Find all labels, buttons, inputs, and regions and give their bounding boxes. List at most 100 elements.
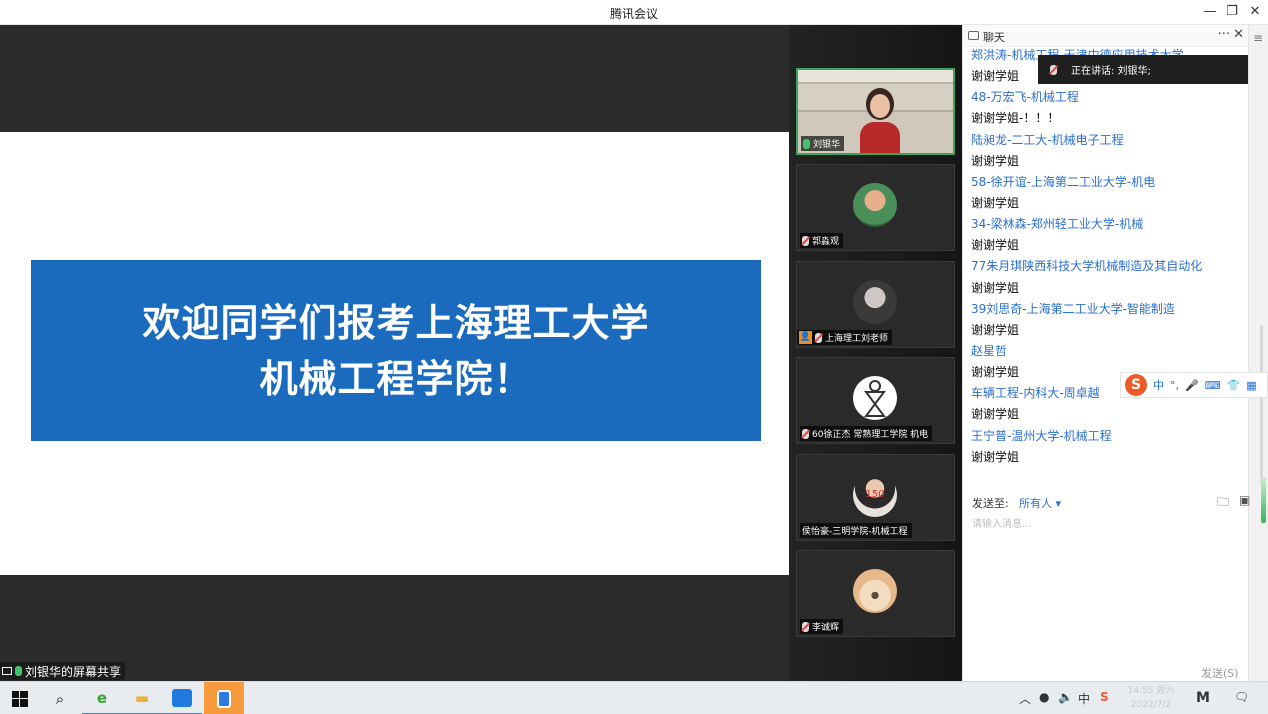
slide-title-line2: 机械工程学院！ (259, 356, 533, 401)
ime-toolbar[interactable]: S 中 °, 🎤 ⌨ 👕 ▦ (1120, 372, 1268, 398)
app-window: 腾讯会议 — ❐ ✕ 欢迎同学们报考上海理工大学 机械工程学院！ 刘银华的屏幕共… (0, 0, 1268, 714)
ime-apps-icon[interactable]: ▦ (1246, 379, 1256, 392)
chat-panel: 聊天 ··· ✕ ≡ 郑洪涛-机械工程-天津中德应用技术大学谢谢学姐48-万宏飞… (962, 25, 1268, 681)
mic-muted-icon (802, 621, 809, 632)
send-to-label: 发送至: (972, 497, 1009, 510)
chat-scrollbar[interactable] (1260, 325, 1263, 485)
input-language-indicator[interactable]: 中 (1078, 690, 1090, 707)
file-explorer-icon[interactable]: ▬ (122, 682, 162, 714)
ime-keyboard-icon[interactable]: ⌨ (1205, 379, 1221, 392)
person-video (860, 88, 900, 153)
side-toolbar: ≡ (1248, 25, 1268, 681)
browser-icon[interactable]: e (82, 682, 122, 714)
participant-name-tag: 侯怡豪-三明学院-机械工程 (800, 523, 912, 538)
clock-time: 14:55 周六 (1127, 686, 1175, 696)
participant-name-tag: 👤 上海理工刘老师 (797, 330, 893, 345)
participant-avatar (853, 280, 897, 324)
participant-avatar: 150 (853, 473, 897, 517)
chat-message-text: 谢谢学姐 (971, 407, 1020, 422)
active-app-icon[interactable] (204, 682, 244, 714)
hourglass-logo-icon (864, 380, 886, 417)
ime-skin-icon[interactable]: 👕 (1227, 379, 1241, 392)
screenshot-icon[interactable]: ▣ (1239, 493, 1250, 514)
mic-icon (15, 666, 22, 676)
ime-voice-icon[interactable]: 🎤 (1185, 379, 1199, 392)
sogou-logo-icon[interactable]: S (1125, 374, 1147, 396)
chat-sender-name[interactable]: 77朱月琪陕西科技大学机械制造及其自动化 (971, 256, 1249, 277)
shared-screen[interactable]: 欢迎同学们报考上海理工大学 机械工程学院！ 刘银华的屏幕共享 (0, 25, 789, 681)
more-options-icon[interactable]: ··· (1218, 27, 1230, 42)
send-to-dropdown[interactable]: 所有人 ▾ (1019, 495, 1061, 511)
chat-sender-name[interactable]: 58-徐开谊-上海第二工业大学-机电 (971, 172, 1249, 193)
window-title: 腾讯会议 (609, 7, 658, 21)
chat-icon (968, 31, 979, 40)
participant-name: 上海理工刘老师 (825, 334, 889, 344)
speaking-indicator: 正在讲话: 刘银华; (1038, 55, 1248, 84)
chat-sender-name[interactable]: 赵星哲 (971, 341, 1249, 362)
chat-sender-name[interactable]: 48-万宏飞-机械工程 (971, 87, 1249, 108)
message-input[interactable]: 请输入消息... (972, 515, 1032, 530)
slide-title-line1: 欢迎同学们报考上海理工大学 (142, 300, 650, 345)
mic-icon (1050, 64, 1057, 75)
file-folder-icon[interactable]: 🗀 (1217, 493, 1229, 514)
mic-muted-icon (802, 235, 809, 246)
minimize-button[interactable]: — (1200, 3, 1220, 21)
title-bar: 腾讯会议 — ❐ ✕ (0, 0, 1268, 25)
taskbar-clock[interactable]: 14:55 周六 2022/7/2 (1120, 684, 1182, 712)
chat-message-text: 谢谢学姐 (971, 280, 1020, 295)
video-tile[interactable]: 60徐正杰 常熟理工学院 机电 (796, 357, 955, 444)
chat-message-text: 谢谢学姐 (971, 322, 1020, 337)
chat-sender-name[interactable]: 34-梁林森-郑州轻工业大学-机械 (971, 214, 1249, 235)
participant-name-tag: 李诚辉 (800, 619, 844, 634)
participant-name: 刘银华 (813, 140, 841, 150)
participant-avatar (853, 376, 897, 420)
speaking-text: 正在讲话: 刘银华; (1071, 66, 1151, 77)
clock-date: 2022/7/2 (1130, 700, 1172, 710)
participant-avatar (853, 569, 897, 613)
menu-icon[interactable]: ≡ (1253, 31, 1263, 45)
ime-punct-icon[interactable]: °, (1170, 379, 1179, 392)
windows-logo-icon (12, 690, 28, 707)
participant-name: 郭淼观 (812, 237, 840, 247)
participant-name: 侯怡豪-三明学院-机械工程 (802, 527, 908, 537)
restore-button[interactable]: ❐ (1222, 3, 1242, 21)
chat-sender-name[interactable]: 陆昶龙-二工大-机械电子工程 (971, 130, 1249, 151)
screen-share-label: 刘银华的屏幕共享 (0, 662, 126, 680)
tray-expand-icon[interactable]: ︿ (1019, 690, 1031, 707)
search-icon[interactable]: ⌕ (40, 682, 80, 714)
video-tile[interactable]: 👤 上海理工刘老师 (796, 261, 955, 348)
screen-icon (2, 667, 12, 675)
chat-message-text: 谢谢学姐 (971, 195, 1020, 210)
slide-banner: 欢迎同学们报考上海理工大学 机械工程学院！ (31, 260, 761, 441)
participant-name: 60徐正杰 常熟理工学院 机电 (812, 430, 929, 440)
app-tray-icon[interactable]: M (1196, 690, 1210, 706)
qq-tray-icon[interactable]: ● (1039, 690, 1049, 704)
participant-name-tag: 郭淼观 (800, 233, 844, 248)
mic-muted-icon (802, 428, 809, 439)
tencent-meeting-icon[interactable] (162, 682, 202, 714)
mic-icon (803, 138, 810, 149)
windows-taskbar: ⌕ e ▬ ︿ ● 🔈 中 S 14:55 周六 2022/7/2 M 🗨 (0, 681, 1268, 714)
chat-sender-name[interactable]: 39刘思奇-上海第二工业大学-智能制造 (971, 299, 1249, 320)
video-tile[interactable]: 郭淼观 (796, 164, 955, 251)
chat-message-text: 谢谢学姐 (971, 449, 1020, 464)
video-tile[interactable]: 李诚辉 (796, 550, 955, 637)
host-icon: 👤 (799, 331, 812, 344)
close-button[interactable]: ✕ (1245, 3, 1265, 21)
chat-header: 聊天 ··· ✕ (963, 25, 1248, 47)
volume-icon[interactable]: 🔈 (1058, 690, 1073, 704)
notification-icon[interactable]: 🗨 (1234, 690, 1249, 704)
send-button[interactable]: 发送(S) (1201, 665, 1239, 681)
video-tile[interactable]: 刘银华 (796, 68, 955, 155)
screen-share-text: 刘银华的屏幕共享 (25, 664, 122, 679)
chat-message-list[interactable]: 郑洪涛-机械工程-天津中德应用技术大学谢谢学姐48-万宏飞-机械工程谢谢学姐-！… (971, 45, 1249, 485)
composer-tools: 🗀 ▣ (1217, 493, 1250, 514)
ime-mode[interactable]: 中 (1153, 377, 1164, 393)
video-tile[interactable]: 150 侯怡豪-三明学院-机械工程 (796, 454, 955, 541)
video-gallery: 刘银华 郭淼观 👤 上海理工刘老师 60徐正杰 常熟理工学院 机电 150 侯怡… (789, 25, 962, 681)
participant-avatar (853, 183, 897, 227)
start-button[interactable] (0, 682, 40, 714)
sogou-tray-icon[interactable]: S (1100, 690, 1109, 704)
close-chat-button[interactable]: ✕ (1233, 27, 1244, 42)
chat-sender-name[interactable]: 王宁普-温州大学-机械工程 (971, 426, 1249, 447)
